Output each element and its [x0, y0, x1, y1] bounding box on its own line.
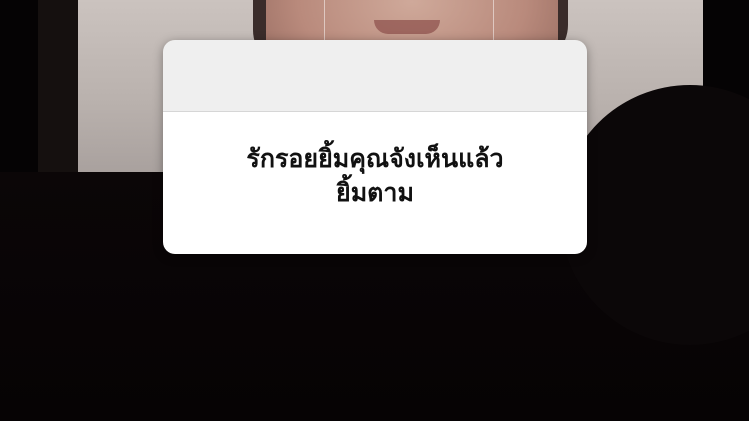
card-text-line-2: ยิ้มตาม: [336, 178, 414, 207]
lips: [374, 20, 440, 34]
card-header: [163, 40, 587, 112]
question-card: รักรอยยิ้มคุณจังเห็นแล้ว ยิ้มตาม: [163, 40, 587, 254]
story-viewer: รักรอยยิ้มคุณจังเห็นแล้ว ยิ้มตาม: [0, 0, 749, 421]
guide-line: [493, 0, 494, 40]
guide-line: [324, 0, 325, 40]
card-body: รักรอยยิ้มคุณจังเห็นแล้ว ยิ้มตาม: [163, 112, 587, 254]
card-text-line-1: รักรอยยิ้มคุณจังเห็นแล้ว: [246, 144, 504, 173]
screen-bezel: [38, 0, 78, 172]
